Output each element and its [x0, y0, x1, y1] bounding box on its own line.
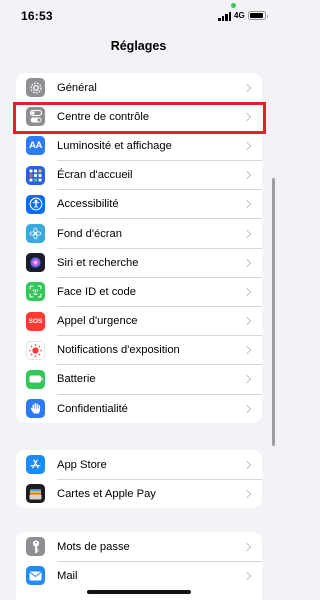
- settings-row-label: Écran d'accueil: [57, 169, 133, 182]
- battery-icon: [26, 369, 45, 389]
- settings-row-label: Général: [57, 81, 97, 94]
- chevron-right-icon: [242, 141, 252, 151]
- settings-row-label: Luminosité et affichage: [57, 139, 172, 152]
- chevron-right-icon: [242, 83, 252, 92]
- settings-row-emergency-sos[interactable]: SOS Appel d'urgence: [16, 307, 262, 336]
- key-icon: [26, 537, 45, 557]
- sos-icon: SOS: [26, 311, 45, 331]
- exposure-icon: [26, 340, 45, 360]
- chevron-right-icon: [242, 542, 252, 551]
- siri-icon: [26, 253, 45, 273]
- chevron-right-icon: [242, 346, 252, 355]
- settings-row-mail[interactable]: Mail: [16, 561, 262, 590]
- chevron-right-icon: [242, 200, 252, 209]
- mail-icon: [26, 566, 45, 586]
- settings-row-label: Siri et recherche: [57, 256, 139, 269]
- home-indicator[interactable]: [87, 590, 191, 594]
- settings-row-label: Mail: [57, 569, 78, 582]
- settings-row-exposure-notifications[interactable]: Notifications d'exposition: [16, 336, 262, 365]
- settings-row-face-id[interactable]: Face ID et code: [16, 277, 262, 307]
- settings-row-display[interactable]: AA Luminosité et affichage: [16, 131, 262, 161]
- text-size-icon: AA: [26, 136, 45, 156]
- wallet-icon: [26, 484, 45, 504]
- status-bar: 16:53 4G: [0, 0, 277, 30]
- accessibility-icon: [26, 194, 45, 214]
- settings-row-label: Notifications d'exposition: [57, 344, 180, 357]
- network-type: 4G: [234, 11, 245, 20]
- chevron-right-icon: [242, 460, 252, 469]
- hand-icon: [26, 399, 45, 419]
- settings-row-passwords[interactable]: Mots de passe: [16, 532, 262, 562]
- settings-row-label: Batterie: [57, 373, 96, 386]
- page-title: Réglages: [110, 39, 167, 53]
- settings-row-label: Accessibilité: [57, 198, 119, 211]
- settings-row-privacy[interactable]: Confidentialité: [16, 394, 262, 423]
- chevron-right-icon: [242, 489, 252, 499]
- chevron-right-icon: [242, 287, 252, 297]
- app-store-icon: [26, 455, 45, 475]
- settings-row-accessibility[interactable]: Accessibilité: [16, 190, 262, 219]
- battery-status-icon: [248, 11, 268, 20]
- camera-in-use-indicator: [231, 3, 236, 8]
- settings-row-label: Appel d'urgence: [57, 315, 138, 328]
- scroll-indicator[interactable]: [272, 178, 275, 446]
- settings-row-general[interactable]: Général: [16, 73, 262, 103]
- settings-row-label: Face ID et code: [57, 285, 136, 298]
- settings-row-label: Confidentialité: [57, 402, 128, 415]
- settings-row-home-screen[interactable]: Écran d'accueil: [16, 161, 262, 190]
- settings-row-label: Centre de contrôle: [57, 110, 150, 123]
- settings-row-label: Fond d'écran: [57, 227, 122, 240]
- settings-group-main: Général Centre de contrôle AA Luminosité…: [16, 73, 262, 424]
- settings-row-app-store[interactable]: App Store: [16, 450, 262, 480]
- chevron-right-icon: [242, 229, 252, 238]
- settings-screen: 16:53 4G Réglages Général Centre de cont…: [0, 0, 277, 600]
- settings-group-store: App Store Cartes et Apple Pay: [16, 450, 262, 509]
- settings-row-wallet[interactable]: Cartes et Apple Pay: [16, 479, 262, 508]
- status-time: 16:53: [21, 9, 53, 23]
- toggles-icon: [26, 107, 45, 127]
- settings-row-control-center[interactable]: Centre de contrôle: [16, 102, 262, 132]
- settings-row-label: Cartes et Apple Pay: [57, 487, 156, 500]
- chevron-right-icon: [242, 404, 252, 413]
- chevron-right-icon: [242, 258, 252, 267]
- settings-row-label: App Store: [57, 458, 107, 471]
- chevron-right-icon: [242, 571, 252, 581]
- gear-icon: [26, 78, 45, 98]
- face-id-icon: [26, 282, 45, 302]
- chevron-right-icon: [242, 375, 252, 384]
- chevron-right-icon: [242, 170, 252, 180]
- settings-row-wallpaper[interactable]: Fond d'écran: [16, 219, 262, 249]
- flower-icon: [26, 224, 45, 244]
- home-grid-icon: [26, 165, 45, 185]
- settings-row-label: Mots de passe: [57, 540, 130, 553]
- settings-row-battery[interactable]: Batterie: [16, 365, 262, 395]
- chevron-right-icon: [242, 316, 252, 326]
- chevron-right-icon: [242, 112, 252, 122]
- cellular-signal-icon: [218, 12, 232, 21]
- settings-row-siri[interactable]: Siri et recherche: [16, 248, 262, 278]
